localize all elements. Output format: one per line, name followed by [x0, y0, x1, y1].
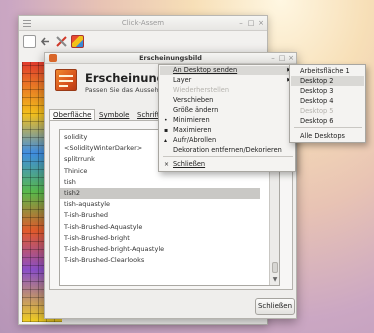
background-window-toolbar — [19, 32, 267, 52]
desktop-submenu: Arbeitsfläche 1 Desktop 2 Desktop 3 Desk… — [289, 64, 366, 143]
dialog-close-icon[interactable]: × — [287, 54, 295, 62]
submenu-item-desktop-6[interactable]: Desktop 6 — [291, 116, 364, 126]
new-document-icon[interactable] — [23, 35, 36, 48]
menu-item-close[interactable]: × Schließen — [160, 160, 294, 169]
tools-icon[interactable] — [55, 35, 68, 48]
color-palette-icon[interactable] — [71, 35, 84, 48]
submenu-item-all-desktops[interactable]: Alle Desktops — [291, 131, 364, 141]
menu-item-move[interactable]: Verschieben — [160, 96, 294, 105]
maximize-icon[interactable]: □ — [247, 19, 255, 27]
list-item[interactable]: T-ish-Brushed-Aquastyle — [60, 222, 260, 233]
tab-label: Symbole — [99, 111, 130, 119]
appearance-icon — [55, 69, 77, 91]
menu-item-decorations[interactable]: Dekoration entfernen/Dekorieren — [160, 146, 294, 155]
background-window-title: Click-Assem — [121, 19, 165, 27]
menu-item-label: Größe ändern — [173, 106, 219, 114]
dialog-minimize-icon[interactable]: – — [269, 54, 277, 62]
menu-item-label: Minimieren — [173, 116, 210, 124]
list-item-selected[interactable]: tish2 — [60, 188, 260, 200]
close-button[interactable]: Schließen — [255, 298, 295, 315]
header-subtitle: Passen Sie das Aussehen — [85, 86, 167, 94]
dialog-maximize-icon[interactable]: □ — [278, 54, 286, 62]
background-window-titlebar[interactable]: Click-Assem – □ × — [19, 16, 267, 31]
minimize-icon[interactable]: – — [237, 19, 245, 27]
menu-item-label: Maximieren — [173, 126, 212, 134]
menu-item-label: Wiederherstellen — [173, 86, 230, 94]
scrollbar-thumb[interactable] — [272, 262, 278, 273]
scroll-down-icon[interactable]: ▼ — [271, 276, 279, 284]
window-context-menu: An Desktop senden▶ Layer▶ Wiederherstell… — [158, 64, 296, 172]
tab-label: Oberfläche — [53, 111, 92, 119]
submenu-item-desktop-4[interactable]: Desktop 4 — [291, 96, 364, 106]
submenu-item-desktop-1[interactable]: Arbeitsfläche 1 — [291, 66, 364, 76]
close-icon[interactable]: × — [257, 19, 265, 27]
shade-icon: ▴ — [164, 137, 168, 144]
maximize-icon: ▪ — [164, 127, 169, 134]
minimize-icon: • — [164, 117, 168, 124]
menu-item-send-to-desktop[interactable]: An Desktop senden▶ — [160, 66, 294, 75]
menu-item-maximize[interactable]: ▪ Maximieren — [160, 126, 294, 135]
submenu-separator — [294, 127, 362, 128]
menu-item-label: Verschieben — [173, 96, 214, 104]
list-item[interactable]: T-ish-Brushed — [60, 210, 260, 221]
menu-separator — [163, 156, 293, 157]
submenu-item-desktop-3[interactable]: Desktop 3 — [291, 86, 364, 96]
menu-item-label: Aufr/Abrollen — [173, 136, 217, 144]
menu-item-label: An Desktop senden — [173, 66, 238, 74]
menu-item-resize[interactable]: Größe ändern — [160, 106, 294, 115]
list-item[interactable]: T-ish-Brushed-bright-Aquastyle — [60, 244, 260, 255]
dialog-title: Erscheinungsbild — [139, 54, 202, 62]
menu-item-layer[interactable]: Layer▶ — [160, 76, 294, 85]
list-item[interactable]: T-ish-Brushed-bright — [60, 233, 260, 244]
close-icon: × — [164, 161, 170, 168]
list-item[interactable]: tish — [60, 177, 260, 188]
submenu-item-desktop-2[interactable]: Desktop 2 — [291, 76, 364, 86]
menu-item-restore[interactable]: Wiederherstellen — [160, 86, 294, 95]
list-item[interactable]: tish-aquastyle — [60, 199, 260, 210]
menu-item-label: Schließen — [173, 160, 206, 168]
submenu-item-desktop-5[interactable]: Desktop 5 — [291, 106, 364, 116]
menu-item-label: Layer — [173, 76, 192, 84]
dialog-titlebar[interactable]: Erscheinungsbild – □ × — [45, 53, 296, 64]
back-icon[interactable] — [39, 35, 52, 48]
menu-item-shade[interactable]: ▴ Aufr/Abrollen — [160, 136, 294, 145]
menu-item-label: Dekoration entfernen/Dekorieren — [173, 146, 282, 154]
list-item[interactable]: T-ish-Brushed-Clearlooks — [60, 255, 260, 266]
menu-item-minimize[interactable]: • Minimieren — [160, 116, 294, 125]
